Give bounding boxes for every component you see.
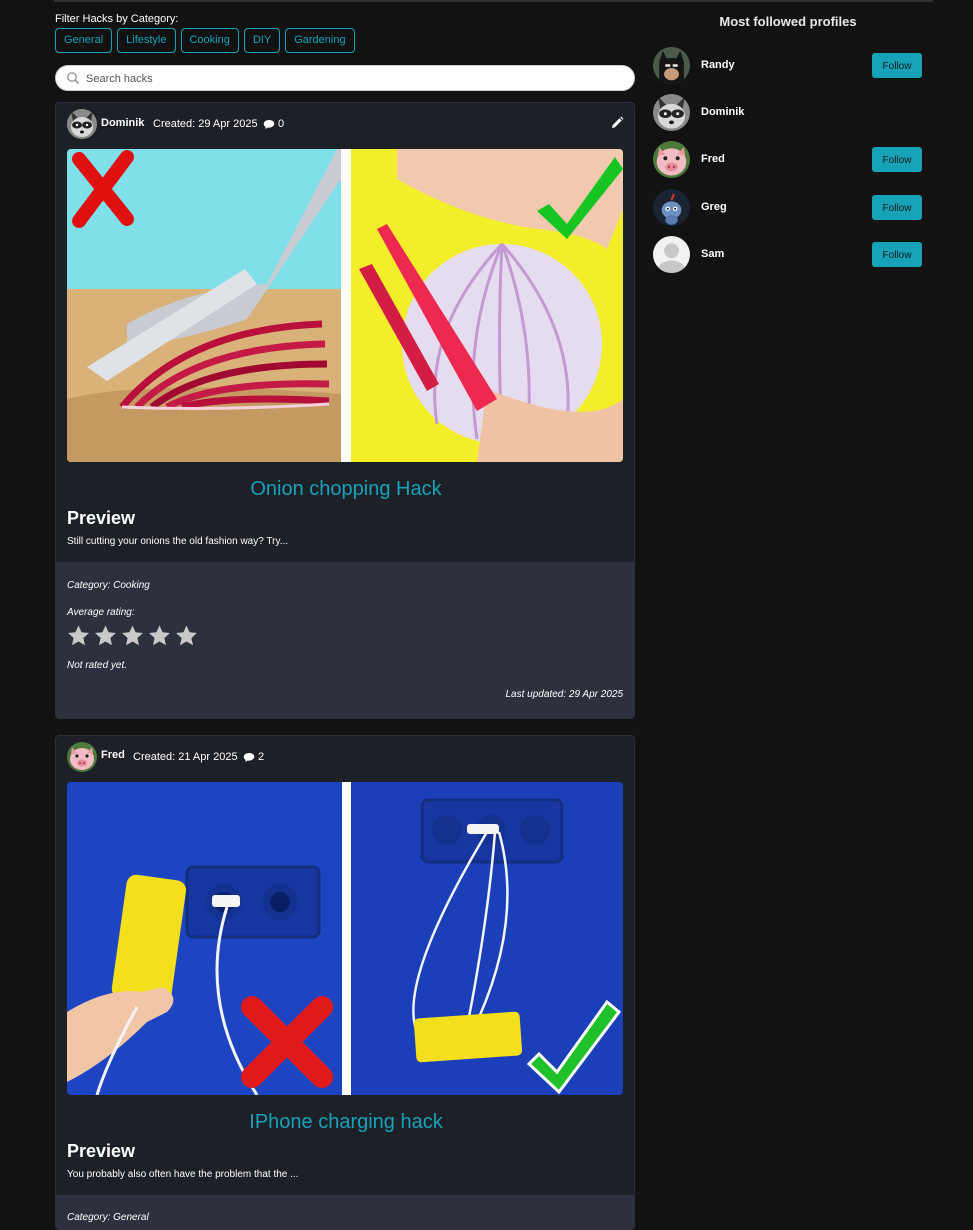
post-image[interactable] [67,782,623,1095]
star-rating[interactable] [67,624,198,647]
rating-status: Not rated yet. [67,660,128,671]
author-name[interactable]: Fred [101,749,125,761]
post-card: Fred Created: 21 Apr 2025 2 IPhone charg… [55,735,635,1230]
preview-heading: Preview [67,508,136,528]
preview-heading: Preview [67,1141,136,1161]
follow-button[interactable]: Follow [872,53,922,78]
follow-button[interactable]: Follow [872,242,922,267]
profile-avatar[interactable] [653,94,690,131]
comment-count[interactable]: 2 [243,751,264,763]
post-title[interactable]: Onion chopping Hack [56,478,634,501]
post-card: Dominik Created: 29 Apr 2025 0 Onion cho… [55,102,635,719]
category-chip-general[interactable]: General [55,28,113,53]
category-chip-cooking[interactable]: Cooking [180,28,239,53]
profile-item-dominik: Dominik [653,94,923,132]
profile-item-greg: Greg Follow [653,189,923,227]
search-input[interactable] [84,69,628,89]
search-icon [67,72,80,85]
post-category: Category: Cooking [67,580,150,591]
comment-count-value: 0 [278,118,285,130]
post-footer: Category: General [56,1195,634,1229]
profile-avatar[interactable] [653,236,690,273]
rating-label: Average rating: [67,607,135,618]
follow-button[interactable]: Follow [872,147,922,172]
profile-name[interactable]: Randy [701,59,735,71]
comment-count[interactable]: 0 [263,118,284,130]
comment-icon [243,752,255,763]
profile-name[interactable]: Greg [701,201,727,213]
category-chip-gardening[interactable]: Gardening [285,28,355,53]
follow-button[interactable]: Follow [872,195,922,220]
profile-item-fred: Fred Follow [653,141,923,179]
star-icon[interactable] [67,624,90,647]
star-icon[interactable] [175,624,198,647]
created-date: Created: 21 Apr 2025 [133,751,238,763]
star-icon[interactable] [121,624,144,647]
profile-name[interactable]: Dominik [701,106,744,118]
category-filter: General Lifestyle Cooking DIY Gardening [55,28,355,53]
comment-icon [263,119,275,130]
profile-avatar[interactable] [653,189,690,226]
filter-label: Filter Hacks by Category: [55,13,179,25]
star-icon[interactable] [94,624,117,647]
profile-name[interactable]: Fred [701,153,725,165]
post-header: Fred Created: 21 Apr 2025 2 [56,736,634,780]
star-icon[interactable] [148,624,171,647]
category-chip-lifestyle[interactable]: Lifestyle [117,28,176,53]
post-title[interactable]: IPhone charging hack [56,1111,634,1134]
created-date: Created: 29 Apr 2025 [153,118,258,130]
post-footer: Category: Cooking Average rating: Not ra… [56,562,634,718]
preview-text: Still cutting your onions the old fashio… [67,536,289,547]
search-bar[interactable] [55,65,635,91]
profile-item-randy: Randy Follow [653,47,923,85]
post-image[interactable] [67,149,623,462]
post-header: Dominik Created: 29 Apr 2025 0 [56,103,634,147]
pencil-icon[interactable] [610,116,624,130]
last-updated: Last updated: 29 Apr 2025 [505,689,624,700]
profile-item-sam: Sam Follow [653,236,923,274]
author-name[interactable]: Dominik [101,117,144,129]
preview-text: You probably also often have the problem… [67,1169,299,1180]
profile-avatar[interactable] [653,47,690,84]
top-divider [54,0,933,2]
category-chip-diy[interactable]: DIY [243,28,281,53]
post-category: Category: General [67,1212,149,1223]
sidebar-title: Most followed profiles [719,14,857,29]
author-avatar[interactable] [67,109,97,139]
author-avatar[interactable] [67,742,97,772]
profile-avatar[interactable] [653,141,690,178]
comment-count-value: 2 [258,751,265,763]
profile-name[interactable]: Sam [701,248,724,260]
